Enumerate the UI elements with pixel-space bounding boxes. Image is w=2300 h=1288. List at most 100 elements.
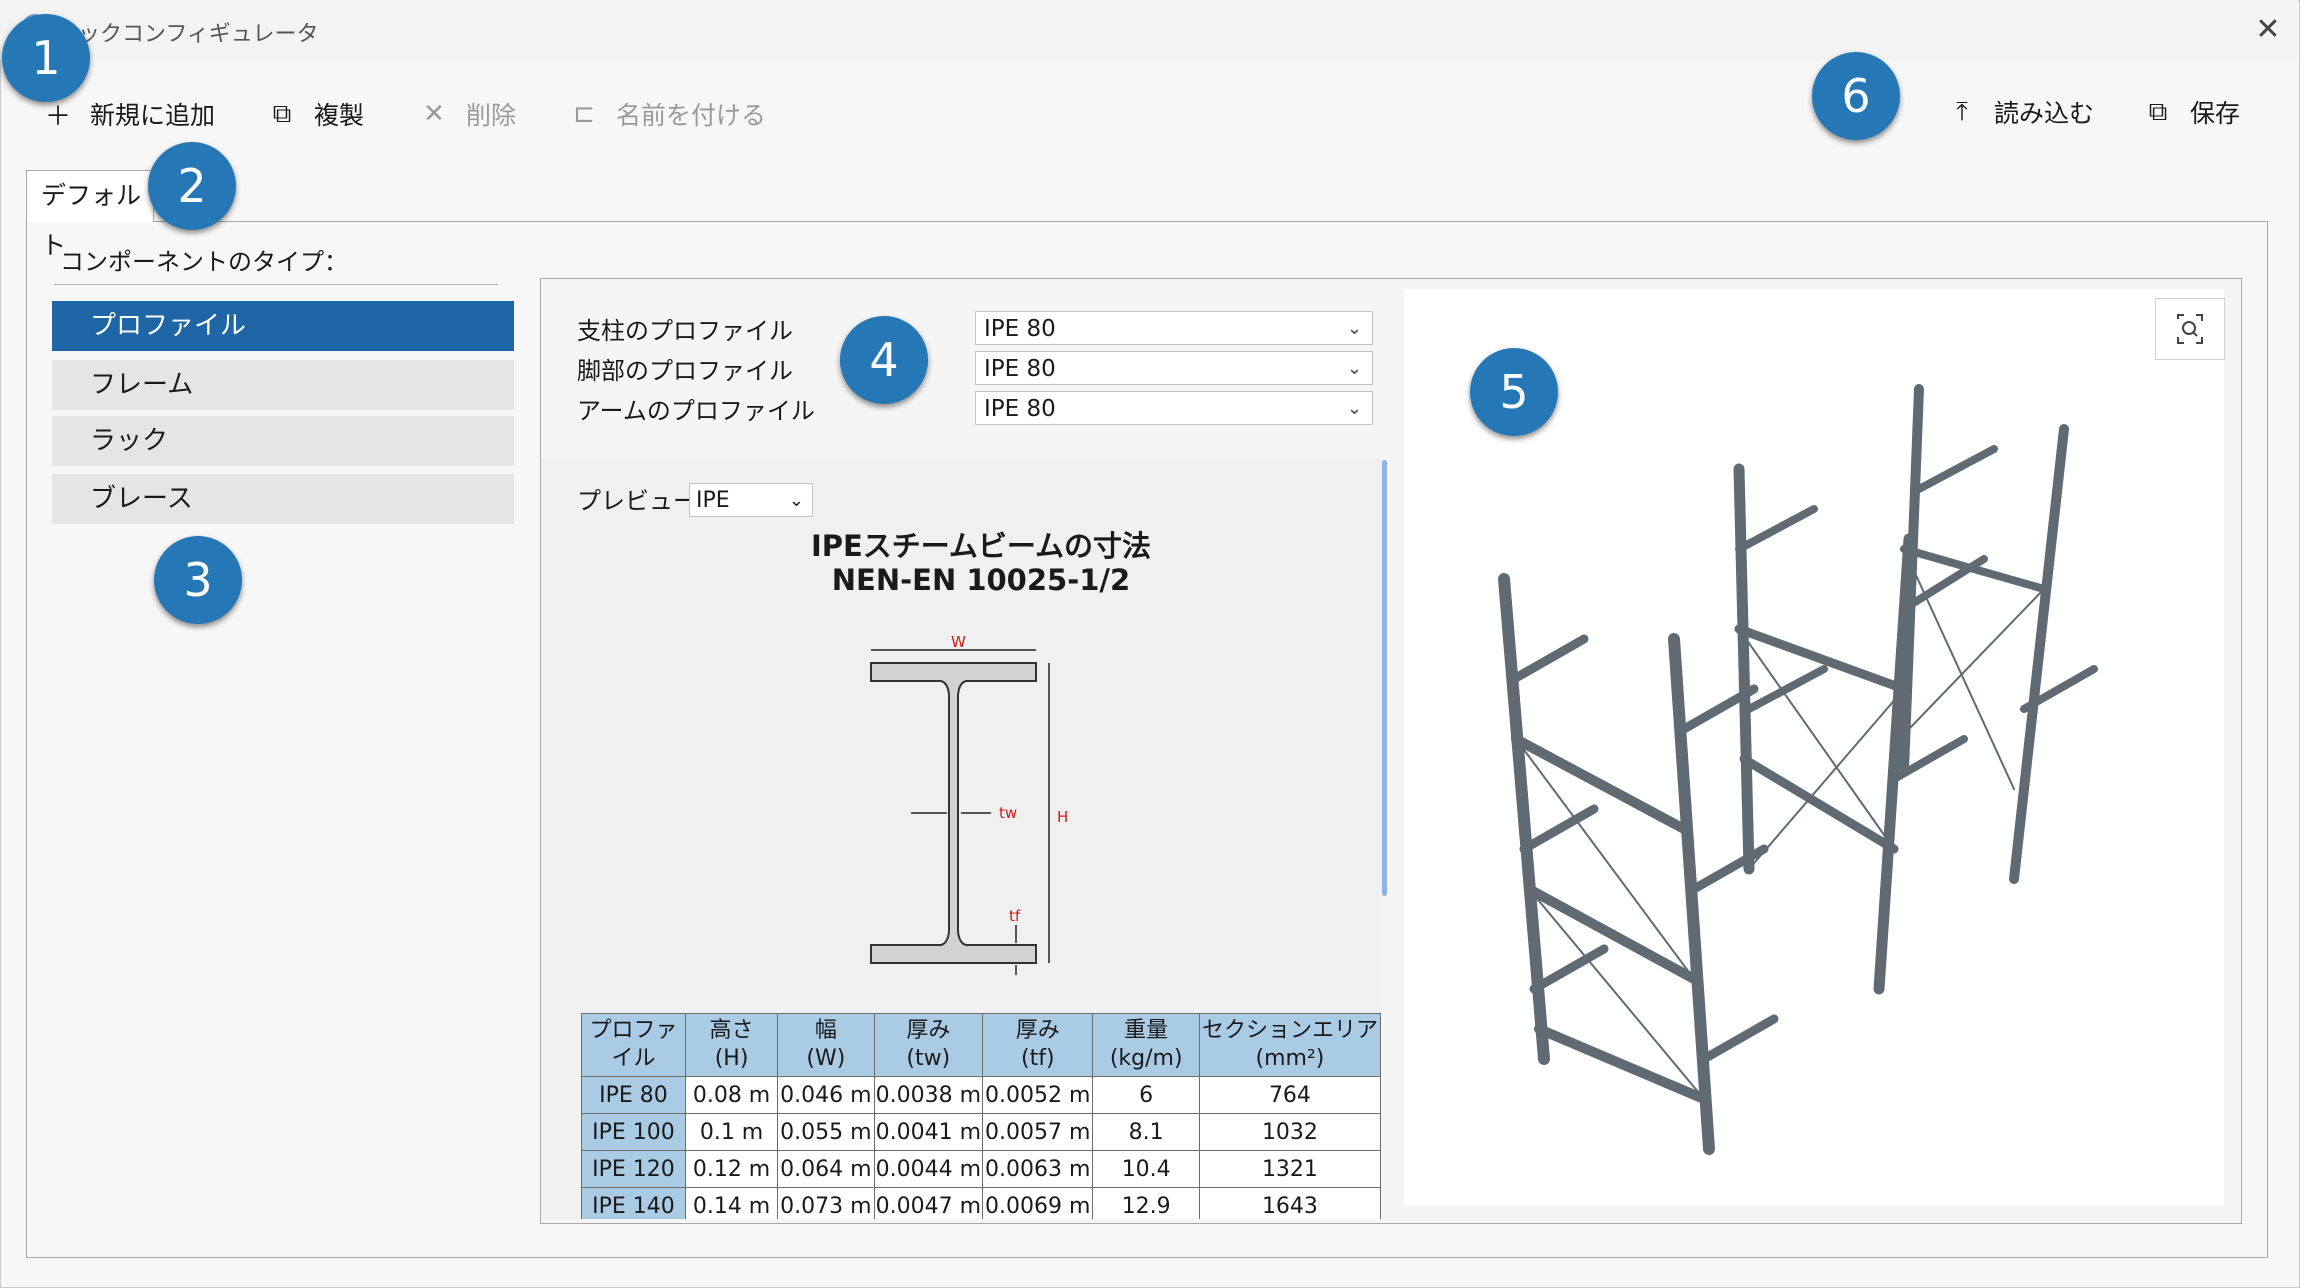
arm-profile-label: アームのプロファイル	[577, 397, 815, 425]
callout-badge: 4	[840, 316, 928, 404]
leg-profile-select[interactable]: IPE 80 ⌄	[975, 351, 1373, 385]
column-header: 厚み (tf)	[982, 1013, 1094, 1077]
close-icon: ✕	[2255, 12, 2281, 47]
callout-badge: 1	[2, 14, 90, 102]
table-cell: 0.0063 m	[982, 1150, 1094, 1188]
tw-label: tw	[999, 804, 1017, 822]
table-cell: 8.1	[1092, 1113, 1200, 1151]
duplicate-label: 複製	[314, 101, 365, 130]
table-cell: 0.064 m	[777, 1150, 875, 1188]
arm-profile-value: IPE 80	[984, 396, 1056, 422]
window-title: ラックコンフィギュレータ	[56, 22, 319, 47]
rename-label: 名前を付ける	[616, 101, 767, 130]
table-cell: 0.0057 m	[982, 1113, 1094, 1151]
table-cell: 0.0052 m	[982, 1076, 1094, 1114]
rename-icon: ⊏	[573, 99, 595, 129]
table-cell: 0.0041 m	[873, 1113, 984, 1151]
close-window-button[interactable]: ✕	[2248, 10, 2288, 50]
upload-icon: ⤒	[1956, 96, 1968, 127]
table-cell: 1321	[1198, 1150, 1381, 1188]
table-cell: 1032	[1198, 1113, 1381, 1151]
table-cell: 0.055 m	[777, 1113, 875, 1151]
column-header: 厚み (tw)	[873, 1013, 984, 1077]
title-bar	[0, 0, 2298, 60]
column-header: セクションエリア (mm²)	[1198, 1013, 1381, 1077]
duplicate-icon: ⧉	[272, 98, 292, 129]
component-item-frame[interactable]: フレーム	[52, 360, 514, 410]
leg-profile-value: IPE 80	[984, 356, 1056, 382]
add-new-button[interactable]: ＋ 新規に追加	[44, 94, 215, 134]
delete-icon: ✕	[423, 99, 445, 129]
load-label: 読み込む	[1994, 99, 2095, 128]
table-row: IPE 100 0.1 m 0.055 m 0.0041 m 0.0057 m …	[581, 1113, 1381, 1151]
table-cell: IPE 140	[581, 1187, 686, 1219]
chevron-down-icon: ⌄	[1346, 398, 1362, 419]
table-cell: 12.9	[1092, 1187, 1200, 1219]
h-label: H	[1057, 808, 1068, 826]
preview-title: IPEスチームビームの寸法	[810, 529, 1152, 563]
delete-button[interactable]: ✕ 削除	[420, 94, 516, 134]
save-icon: ⧉	[2148, 96, 2168, 127]
table-row: IPE 120 0.12 m 0.064 m 0.0044 m 0.0063 m…	[581, 1150, 1381, 1188]
save-button[interactable]: ⧉ 保存	[2144, 92, 2240, 132]
column-header: 重量 (kg/m)	[1092, 1013, 1200, 1077]
table-header-row: プロファイル 高さ (H) 幅 (W) 厚み (tw) 厚み (tf) 重量 (kg/m)…	[581, 1013, 1381, 1077]
preview-subtitle: NEN-EN 10025-1/2	[831, 563, 1131, 597]
add-new-label: 新規に追加	[90, 101, 216, 130]
callout-badge: 2	[148, 142, 236, 230]
table-cell: 0.0047 m	[873, 1187, 984, 1219]
divider	[54, 284, 498, 285]
post-profile-label: 支柱のプロファイル	[577, 317, 793, 345]
table-cell: 0.12 m	[684, 1150, 779, 1188]
w-label: W	[951, 635, 966, 651]
table-cell: 0.0044 m	[873, 1150, 984, 1188]
preview-scrollbar[interactable]	[1382, 460, 1387, 896]
delete-label: 削除	[466, 101, 517, 130]
table-cell: 0.0038 m	[873, 1076, 984, 1114]
callout-badge: 3	[154, 536, 242, 624]
zoom-fit-button[interactable]	[2155, 298, 2225, 360]
table-row: IPE 140 0.14 m 0.073 m 0.0047 m 0.0069 m…	[581, 1187, 1381, 1219]
component-item-rack[interactable]: ラック	[52, 416, 514, 466]
callout-badge: 5	[1470, 348, 1558, 436]
ibeam-diagram: W tw H tf	[870, 635, 1068, 975]
dimensions-table-viewport[interactable]: プロファイル 高さ (H) 幅 (W) 厚み (tw) 厚み (tf) 重量 (kg/m)…	[581, 1013, 1381, 1219]
table-cell: 0.1 m	[684, 1113, 779, 1151]
table-cell: 0.08 m	[684, 1076, 779, 1114]
preview-label: プレビュー:	[577, 487, 706, 515]
chevron-down-icon: ⌄	[1346, 318, 1362, 339]
component-item-brace[interactable]: ブレース	[52, 474, 514, 524]
tf-label: tf	[1009, 907, 1021, 925]
table-cell: 0.14 m	[684, 1187, 779, 1219]
rename-button[interactable]: ⊏ 名前を付ける	[570, 94, 766, 134]
zoom-fit-icon	[2177, 314, 2203, 344]
preview-select[interactable]: IPE ⌄	[689, 483, 813, 517]
post-profile-select[interactable]: IPE 80 ⌄	[975, 311, 1373, 345]
leg-profile-label: 脚部のプロファイル	[577, 357, 793, 385]
column-header: 高さ (H)	[684, 1013, 779, 1077]
chevron-down-icon: ⌄	[1346, 358, 1362, 379]
table-row: IPE 80 0.08 m 0.046 m 0.0038 m 0.0052 m …	[581, 1076, 1381, 1114]
duplicate-button[interactable]: ⧉ 複製	[268, 94, 364, 134]
load-button[interactable]: ⤒ 読み込む	[1948, 92, 2094, 132]
table-cell: 6	[1092, 1076, 1200, 1114]
column-header: プロファイル	[581, 1013, 686, 1077]
table-cell: IPE 80	[581, 1076, 686, 1114]
table-cell: 1643	[1198, 1187, 1381, 1219]
column-header: 幅 (W)	[777, 1013, 875, 1077]
table-cell: 10.4	[1092, 1150, 1200, 1188]
post-profile-value: IPE 80	[984, 316, 1056, 342]
arm-profile-select[interactable]: IPE 80 ⌄	[975, 391, 1373, 425]
table-cell: IPE 100	[581, 1113, 686, 1151]
save-label: 保存	[2190, 99, 2241, 128]
chevron-down-icon: ⌄	[788, 490, 804, 511]
callout-badge: 6	[1812, 52, 1900, 140]
table-cell: 764	[1198, 1076, 1381, 1114]
dimensions-table: プロファイル 高さ (H) 幅 (W) 厚み (tw) 厚み (tf) 重量 (kg/m)…	[581, 1013, 1381, 1219]
table-cell: 0.073 m	[777, 1187, 875, 1219]
component-type-label: コンポーネントのタイプ：	[60, 248, 348, 276]
component-item-profile[interactable]: プロファイル	[52, 301, 514, 351]
tab-default[interactable]: デフォルト	[26, 170, 154, 260]
preview-value: IPE	[696, 488, 730, 513]
table-cell: 0.0069 m	[982, 1187, 1094, 1219]
